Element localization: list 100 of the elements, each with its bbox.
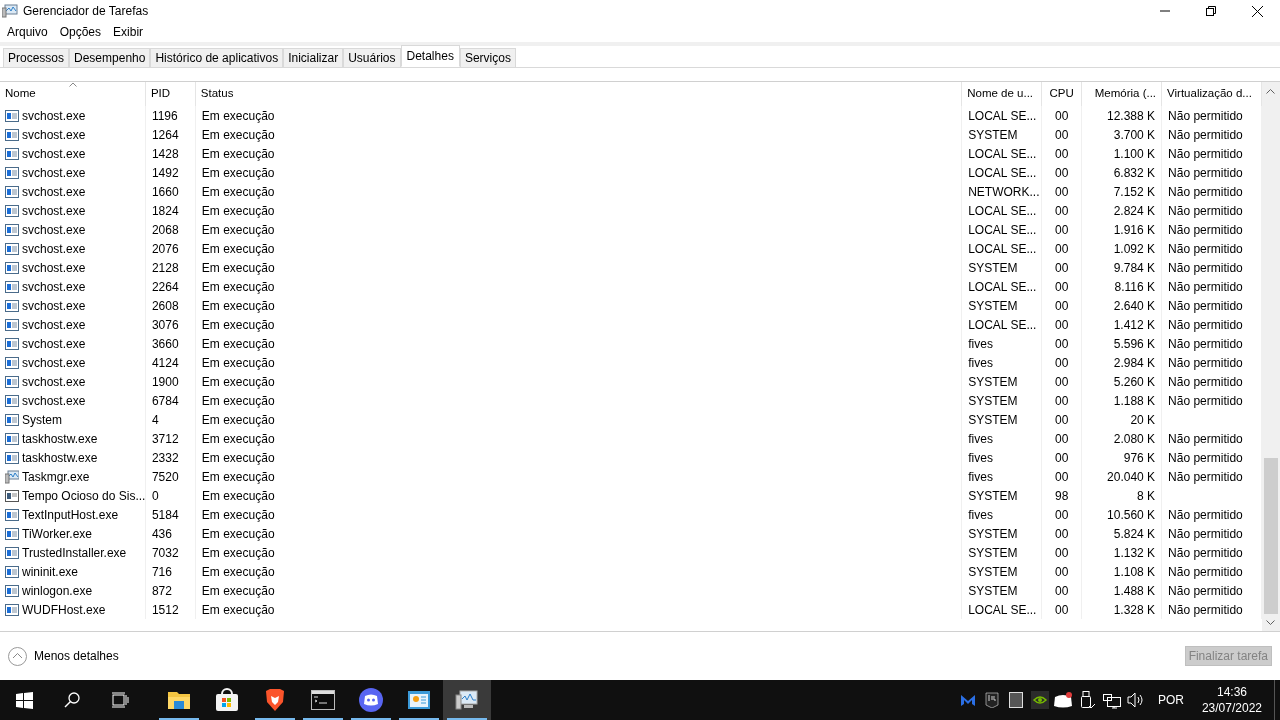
search-icon bbox=[64, 692, 80, 708]
column-header[interactable]: CPU bbox=[1042, 82, 1083, 106]
taskbar-app-button[interactable] bbox=[443, 680, 491, 720]
table-cell-text: 00 bbox=[1054, 563, 1069, 581]
scrollbar[interactable] bbox=[1262, 82, 1280, 631]
table-cell-text: 2128 bbox=[151, 259, 179, 277]
column-header[interactable]: Status bbox=[195, 82, 963, 106]
table-cell-text: Em execução bbox=[201, 563, 275, 581]
column-header[interactable]: PID bbox=[145, 82, 196, 106]
table-cell-text: Em execução bbox=[201, 449, 275, 467]
column-header[interactable]: Virtualização d... bbox=[1162, 82, 1262, 106]
program-window-icon bbox=[5, 260, 19, 275]
table-cell-text: 7520 bbox=[151, 468, 179, 486]
table-cell-text: fives bbox=[968, 430, 993, 448]
table-cell-text: SYSTEM bbox=[968, 297, 1018, 315]
tab[interactable]: Usuários bbox=[343, 48, 401, 67]
process-name: svchost.exe bbox=[22, 373, 86, 391]
process-name: TiWorker.exe bbox=[22, 525, 93, 543]
tab[interactable]: Inicializar bbox=[283, 48, 344, 67]
table-cell-text: 5.260 K bbox=[1113, 373, 1156, 391]
table-cell-text: 1512 bbox=[151, 601, 179, 619]
process-name: svchost.exe bbox=[22, 107, 86, 125]
table-cell-text: 716 bbox=[151, 563, 172, 581]
table-cell-text: fives bbox=[968, 354, 993, 372]
table-cell-text: 2.984 K bbox=[1113, 354, 1156, 372]
table-cell-text: Em execução bbox=[201, 335, 275, 353]
table-cell-text: SYSTEM bbox=[968, 582, 1018, 600]
process-name: Tempo Ocioso do Sis... bbox=[22, 487, 146, 505]
table-cell-text: LOCAL SE... bbox=[968, 240, 1037, 258]
table-cell-text: Em execução bbox=[201, 221, 275, 239]
table-cell-text: 00 bbox=[1054, 259, 1069, 277]
grid-square-icon bbox=[1008, 692, 1023, 708]
tab[interactable]: Processos bbox=[3, 48, 70, 67]
table-cell-text: LOCAL SE... bbox=[968, 601, 1037, 619]
menu-item[interactable]: Exibir bbox=[107, 23, 150, 41]
tab[interactable]: Detalhes bbox=[400, 45, 460, 67]
table-cell-text: fives bbox=[968, 506, 993, 524]
table-cell-text: 00 bbox=[1054, 544, 1069, 562]
shield-m-icon bbox=[959, 692, 976, 708]
program-window-icon bbox=[5, 602, 19, 617]
process-name: Taskmgr.exe bbox=[22, 468, 90, 486]
program-window-icon bbox=[5, 431, 19, 446]
table-cell-text: 1.100 K bbox=[1113, 145, 1156, 163]
column-header[interactable]: Nome bbox=[0, 82, 146, 106]
table-cell-text: 4124 bbox=[151, 354, 179, 372]
table-cell-text: 0 bbox=[152, 487, 159, 505]
table-cell-text: Em execução bbox=[201, 525, 275, 543]
collapse-chevron-icon[interactable] bbox=[8, 646, 27, 666]
table-cell-text: 1660 bbox=[151, 183, 179, 201]
program-window-icon bbox=[5, 298, 19, 313]
column-header[interactable]: Nome de u... bbox=[962, 82, 1043, 106]
table-cell-text: Em execução bbox=[201, 297, 275, 315]
table-cell-text: 00 bbox=[1054, 335, 1069, 353]
table-cell-text: 00 bbox=[1054, 392, 1069, 410]
process-name: svchost.exe bbox=[22, 297, 86, 315]
monitor-icon bbox=[455, 688, 479, 712]
process-name: svchost.exe bbox=[22, 183, 86, 201]
clock-date: 23/07/2022 bbox=[1201, 700, 1262, 716]
menu-item[interactable]: Opções bbox=[53, 23, 108, 41]
column-header[interactable]: Memória (... bbox=[1082, 82, 1163, 106]
tab[interactable]: Desempenho bbox=[69, 48, 151, 67]
table-cell-text: Não permitido bbox=[1168, 544, 1243, 562]
lion-shield-icon bbox=[263, 688, 287, 712]
less-details-link[interactable]: Menos detalhes bbox=[34, 647, 119, 665]
process-name: svchost.exe bbox=[22, 145, 86, 163]
program-window-icon bbox=[5, 507, 19, 522]
table-cell-text: LOCAL SE... bbox=[968, 202, 1037, 220]
table-cell-text: 00 bbox=[1054, 468, 1069, 486]
table-cell-text: Não permitido bbox=[1168, 563, 1243, 581]
table-cell-text: Em execução bbox=[201, 601, 275, 619]
table-cell-text: 5184 bbox=[151, 506, 179, 524]
tab[interactable]: Serviços bbox=[459, 48, 516, 67]
menu-item[interactable]: Arquivo bbox=[1, 23, 54, 41]
clock[interactable]: 14:36 23/07/2022 bbox=[1193, 684, 1270, 716]
process-name: TrustedInstaller.exe bbox=[22, 544, 127, 562]
table-cell-text: Em execução bbox=[201, 240, 275, 258]
table-cell-text: 00 bbox=[1054, 449, 1069, 467]
process-name: svchost.exe bbox=[22, 354, 86, 372]
table-cell-text: Em execução bbox=[201, 259, 275, 277]
scrollbar-thumb[interactable] bbox=[1264, 458, 1278, 614]
table-cell-text: Não permitido bbox=[1168, 392, 1243, 410]
process-name: winlogon.exe bbox=[22, 582, 93, 600]
program-window-icon bbox=[5, 203, 19, 218]
table-cell-text: 00 bbox=[1054, 354, 1069, 372]
table-cell-text: SYSTEM bbox=[968, 487, 1018, 505]
table-cell-text: 6.832 K bbox=[1113, 164, 1156, 182]
table-cell-text: Em execução bbox=[201, 354, 275, 372]
table-cell-text: SYSTEM bbox=[968, 392, 1018, 410]
table-cell-text: Em execução bbox=[201, 145, 275, 163]
table-cell-text: 00 bbox=[1054, 202, 1069, 220]
table-cell-text: SYSTEM bbox=[968, 259, 1018, 277]
table-cell-text: Não permitido bbox=[1168, 335, 1243, 353]
dashboard-window-icon bbox=[407, 688, 431, 712]
table-cell-text: NETWORK... bbox=[968, 183, 1040, 201]
tab[interactable]: Histórico de aplicativos bbox=[150, 48, 284, 67]
table-cell-text: 8 K bbox=[1137, 487, 1156, 505]
language-indicator[interactable]: POR bbox=[1147, 691, 1194, 709]
table-cell-text: 4 bbox=[151, 411, 159, 429]
table-cell-text: 2068 bbox=[151, 221, 179, 239]
close-icon bbox=[1251, 5, 1263, 17]
